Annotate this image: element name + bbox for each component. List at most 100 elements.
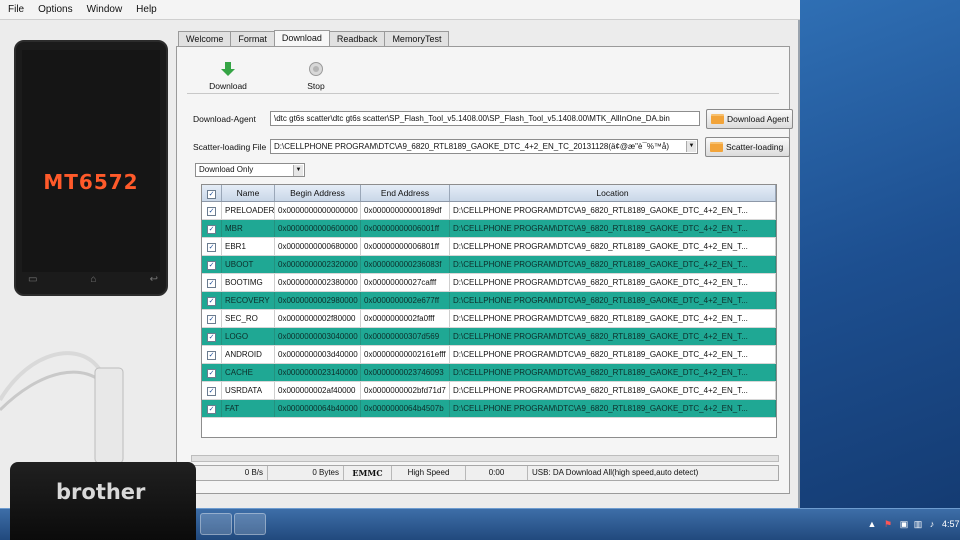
download-mode-select[interactable]: Download Only ▼ [195,163,305,177]
row-checkbox[interactable]: ✓ [202,256,222,273]
end-address: 0x0000000002fa0fff [361,310,450,327]
row-checkbox[interactable]: ✓ [202,382,222,399]
partition-table: ✓ Name Begin Address End Address Locatio… [201,184,777,438]
row-checkbox[interactable]: ✓ [202,328,222,345]
row-checkbox[interactable]: ✓ [202,202,222,219]
menu-key-icon: ▭ [28,274,38,285]
row-checkbox[interactable]: ✓ [202,220,222,237]
table-row[interactable]: ✓ CACHE 0x0000000023140000 0x00000000237460… [202,364,776,382]
tab-format[interactable]: Format [230,31,275,47]
table-row[interactable]: ✓ PRELOADER 0x0000000000000000 0x0000000000… [202,202,776,220]
home-key-icon: ⌂ [90,274,97,285]
table-row[interactable]: ✓ MBR 0x0000000000600000 0x00000000006001ff… [202,220,776,238]
tray-volume-icon[interactable]: ♪ [926,519,938,530]
image-location[interactable]: D:\CELLPHONE PROGRAM\DTC\A9_6820_RTL8189… [450,256,776,273]
image-location[interactable]: D:\CELLPHONE PROGRAM\DTC\A9_6820_RTL8189… [450,292,776,309]
tab-readback[interactable]: Readback [328,31,386,47]
taskbar-clock[interactable]: 4:57 [942,519,960,529]
status-speed: 0 B/s [192,466,268,480]
column-begin-address[interactable]: Begin Address [275,185,361,201]
begin-address: 0x0000000000680000 [275,238,361,255]
taskbar-app-button[interactable] [234,513,266,535]
partition-name: CACHE [222,364,275,381]
table-row[interactable]: ✓ RECOVERY 0x0000000002980000 0x0000000002e… [202,292,776,310]
image-location[interactable]: D:\CELLPHONE PROGRAM\DTC\A9_6820_RTL8189… [450,400,776,417]
end-address: 0x00000000006801ff [361,238,450,255]
table-row[interactable]: ✓ SEC_RO 0x0000000002f80000 0x0000000002fa0… [202,310,776,328]
end-address: 0x0000000023746093 [361,364,450,381]
image-location[interactable]: D:\CELLPHONE PROGRAM\DTC\A9_6820_RTL8189… [450,382,776,399]
toolbar-separator [187,93,779,94]
end-address: 0x0000000002e677ff [361,292,450,309]
column-end-address[interactable]: End Address [361,185,450,201]
menu-help[interactable]: Help [136,4,157,15]
tab-download[interactable]: Download [273,30,330,47]
table-row[interactable]: ✓ ANDROID 0x0000000003d40000 0x000000000021… [202,346,776,364]
scatter-file-path[interactable]: D:\CELLPHONE PROGRAM\DTC\A9_6820_RTL8189… [270,139,698,154]
phone-screen: MT6572 [22,50,160,272]
row-checkbox[interactable]: ✓ [202,310,222,327]
download-button[interactable]: Download [203,61,253,91]
begin-address: 0x000000002af40000 [275,382,361,399]
chevron-down-icon[interactable]: ▼ [686,141,696,152]
image-location[interactable]: D:\CELLPHONE PROGRAM\DTC\A9_6820_RTL8189… [450,274,776,291]
image-location[interactable]: D:\CELLPHONE PROGRAM\DTC\A9_6820_RTL8189… [450,328,776,345]
begin-address: 0x0000000002320000 [275,256,361,273]
image-location[interactable]: D:\CELLPHONE PROGRAM\DTC\A9_6820_RTL8189… [450,238,776,255]
table-row[interactable]: ✓ UBOOT 0x0000000002320000 0x00000000023608… [202,256,776,274]
table-row[interactable]: ✓ BOOTIMG 0x0000000002380000 0x00000000027c… [202,274,776,292]
row-checkbox[interactable]: ✓ [202,400,222,417]
begin-address: 0x0000000003d40000 [275,346,361,363]
table-row[interactable]: ✓ FAT 0x0000000064b40000 0x0000000064b4507b… [202,400,776,418]
partition-name: USRDATA [222,382,275,399]
tray-monitor-icon[interactable]: ▣ [898,519,910,530]
image-location[interactable]: D:\CELLPHONE PROGRAM\DTC\A9_6820_RTL8189… [450,220,776,237]
checkmark-icon: ✓ [207,207,216,216]
row-checkbox[interactable]: ✓ [202,274,222,291]
scatter-loading-button-label: Scatter-loading [726,142,784,152]
table-row[interactable]: ✓ EBR1 0x0000000000680000 0x00000000006801f… [202,238,776,256]
row-checkbox[interactable]: ✓ [202,238,222,255]
desktop-background [800,0,960,515]
column-name[interactable]: Name [222,185,275,201]
partition-name: FAT [222,400,275,417]
menu-window[interactable]: Window [87,4,123,15]
tray-arrow-icon[interactable]: ▲ [866,519,878,530]
partition-name: SEC_RO [222,310,275,327]
menu-file[interactable]: File [8,4,24,15]
scatter-loading-button[interactable]: Scatter-loading [705,137,790,157]
chip-model-label: MT6572 [43,170,139,194]
table-row[interactable]: ✓ USRDATA 0x000000002af40000 0x0000000002bf… [202,382,776,400]
image-location[interactable]: D:\CELLPHONE PROGRAM\DTC\A9_6820_RTL8189… [450,346,776,363]
download-agent-path[interactable]: \dtc gt6s scatter\dtc gt6s scatter\SP_Fl… [270,111,700,126]
stop-button[interactable]: Stop [291,61,341,91]
status-usb: USB: DA Download All(high speed,auto det… [532,468,699,477]
table-body: ✓ PRELOADER 0x0000000000000000 0x0000000000… [202,202,776,418]
column-location[interactable]: Location [450,185,776,201]
download-mode-value: Download Only [199,165,254,174]
download-agent-button[interactable]: Download Agent [706,109,793,129]
tab-memorytest[interactable]: MemoryTest [384,31,450,47]
row-checkbox[interactable]: ✓ [202,346,222,363]
partition-name: MBR [222,220,275,237]
row-checkbox[interactable]: ✓ [202,292,222,309]
printer-brand-label: brother [56,480,146,504]
image-location[interactable]: D:\CELLPHONE PROGRAM\DTC\A9_6820_RTL8189… [450,310,776,327]
checkmark-icon: ✓ [207,261,216,270]
taskbar-app-button[interactable] [200,513,232,535]
table-row[interactable]: ✓ LOGO 0x0000000003040000 0x00000000307d569… [202,328,776,346]
tab-welcome[interactable]: Welcome [178,31,232,47]
select-all-checkbox[interactable]: ✓ [202,185,222,201]
menu-options[interactable]: Options [38,4,72,15]
tray-network-icon[interactable]: ▥ [912,519,924,530]
status-speed-mode: High Speed [392,466,466,480]
tray-flag-icon[interactable]: ⚑ [882,519,894,530]
end-address: 0x000000000236083f [361,256,450,273]
download-tab-panel: Download Stop Download-Agent \dtc gt6s s… [176,46,793,494]
image-location[interactable]: D:\CELLPHONE PROGRAM\DTC\A9_6820_RTL8189… [450,364,776,381]
end-address: 0x00000000002161efff [361,346,450,363]
checkmark-icon: ✓ [207,351,216,360]
image-location[interactable]: D:\CELLPHONE PROGRAM\DTC\A9_6820_RTL8189… [450,202,776,219]
begin-address: 0x0000000003040000 [275,328,361,345]
row-checkbox[interactable]: ✓ [202,364,222,381]
